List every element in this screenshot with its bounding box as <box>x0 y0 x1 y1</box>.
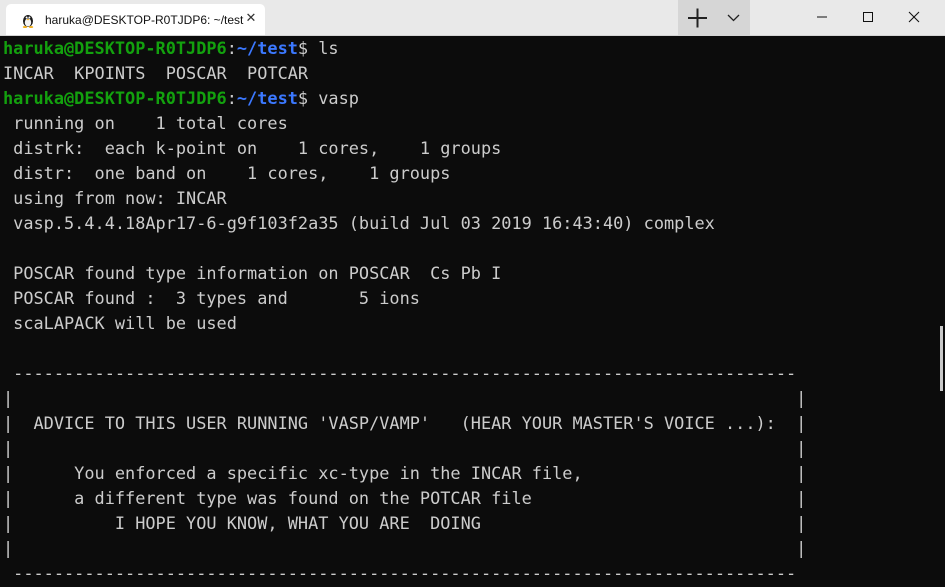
output-line: POSCAR found : 3 types and 5 ions <box>3 288 420 308</box>
minimize-button[interactable] <box>799 0 845 35</box>
advice-box-border: ----------------------------------------… <box>3 563 797 583</box>
prompt-line: haruka@DESKTOP-R0TJDP6:~/test$ ls <box>3 36 939 61</box>
linux-penguin-icon <box>20 12 36 28</box>
maximize-button[interactable] <box>845 0 891 35</box>
advice-box-border: ----------------------------------------… <box>3 363 797 383</box>
tab-dropdown-button[interactable] <box>717 0 750 35</box>
output-line: distrk: each k-point on 1 cores, 1 group… <box>3 138 502 158</box>
ls-output-line: INCAR KPOINTS POSCAR POTCAR <box>3 63 309 83</box>
command-text: vasp <box>308 88 359 108</box>
tab-terminal[interactable]: haruka@DESKTOP-R0TJDP6: ~/test ✕ <box>6 4 265 35</box>
new-tab-button[interactable] <box>678 0 717 35</box>
vertical-scrollbar[interactable] <box>939 36 945 587</box>
scrollbar-thumb[interactable] <box>940 326 943 391</box>
output-line: scaLAPACK will be used <box>3 313 237 333</box>
tab-close-icon[interactable]: ✕ <box>243 11 259 27</box>
terminal-window: haruka@DESKTOP-R0TJDP6: ~/test ✕ haruka@… <box>0 0 945 587</box>
prompt-dollar: $ <box>297 38 309 58</box>
output-line: vasp.5.4.4.18Apr17-6-g9f103f2a35 (build … <box>3 213 715 233</box>
chevron-down-icon <box>727 14 740 22</box>
prompt-colon: : <box>226 88 237 108</box>
prompt-dollar: $ <box>297 88 309 108</box>
terminal-output[interactable]: haruka@DESKTOP-R0TJDP6:~/test$ ls INCAR … <box>3 36 939 587</box>
advice-box-line: | | <box>3 538 807 558</box>
advice-box-line: | ADVICE TO THIS USER RUNNING 'VASP/VAMP… <box>3 413 807 433</box>
prompt-colon: : <box>226 38 237 58</box>
maximize-icon <box>863 12 873 22</box>
new-tab-group <box>678 0 750 35</box>
minimize-icon <box>817 16 827 18</box>
title-bar[interactable]: haruka@DESKTOP-R0TJDP6: ~/test ✕ <box>0 0 945 36</box>
prompt-path: ~/test <box>236 38 298 58</box>
advice-box-line: | You enforced a specific xc-type in the… <box>3 463 807 483</box>
prompt-user: haruka@DESKTOP-R0TJDP6 <box>3 38 227 58</box>
advice-box-line: | | <box>3 388 807 408</box>
prompt-user: haruka@DESKTOP-R0TJDP6 <box>3 88 227 108</box>
close-button[interactable] <box>891 0 937 35</box>
close-icon <box>908 11 920 23</box>
output-line: running on 1 total cores <box>3 113 288 133</box>
prompt-path: ~/test <box>236 88 298 108</box>
advice-box-line: | a different type was found on the POTC… <box>3 488 807 508</box>
command-text: ls <box>308 38 339 58</box>
advice-box-line: | I HOPE YOU KNOW, WHAT YOU ARE DOING | <box>3 513 807 533</box>
output-line: distr: one band on 1 cores, 1 groups <box>3 163 451 183</box>
advice-box-line: | | <box>3 438 807 458</box>
tab-title: haruka@DESKTOP-R0TJDP6: ~/test <box>45 13 244 27</box>
prompt-line: haruka@DESKTOP-R0TJDP6:~/test$ vasp <box>3 86 939 111</box>
output-line: POSCAR found type information on POSCAR … <box>3 263 502 283</box>
plus-icon <box>688 8 707 28</box>
output-line: using from now: INCAR <box>3 188 227 208</box>
